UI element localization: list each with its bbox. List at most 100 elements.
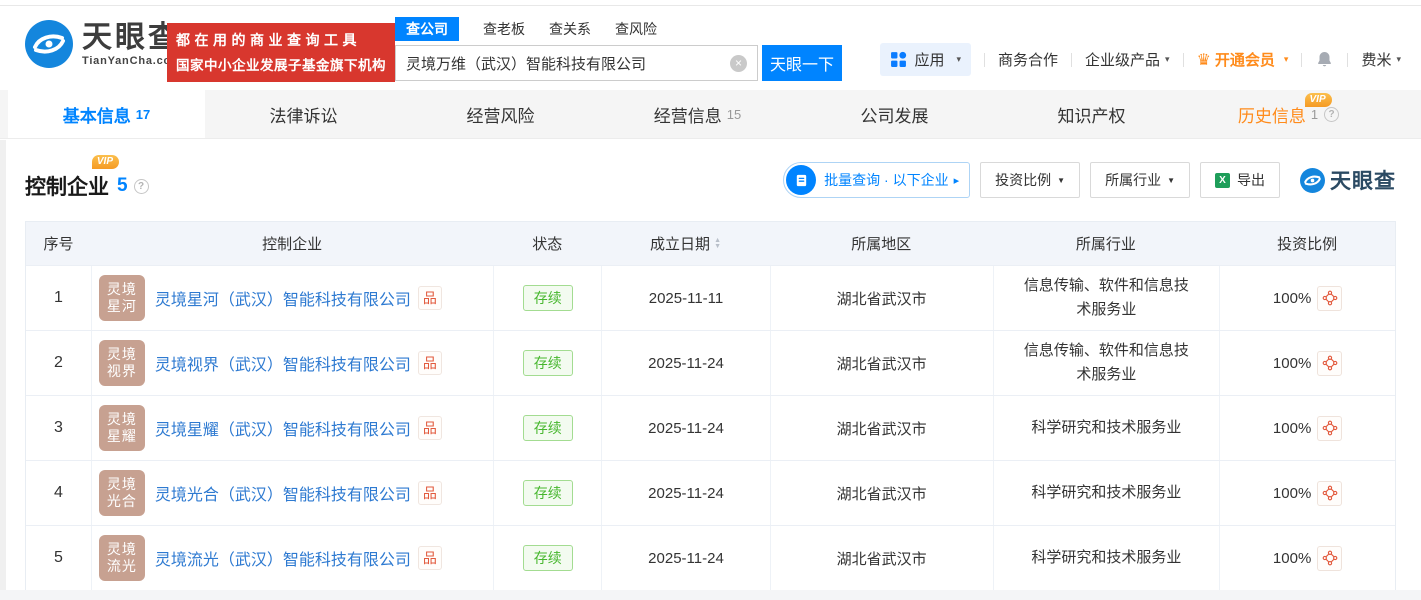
company-avatar: 灵境星耀 [99,405,145,451]
tab-operation-info[interactable]: 经营信息 15 [599,90,796,138]
section-title-wrap: 控制企业 VIP 5 ? [25,171,149,201]
nav-item-cooperation[interactable]: 商务合作 [998,49,1058,70]
company-link[interactable]: 灵境星耀（武汉）智能科技有限公司 [155,416,411,440]
equity-penetration-icon[interactable] [1317,416,1342,441]
tab-label: 经营风险 [467,102,535,127]
col-header-company: 控制企业 [91,222,493,265]
org-chart-icon[interactable]: 品 [418,416,442,440]
help-question-icon[interactable]: ? [134,179,149,194]
nav-item-enterprise[interactable]: 企业级产品 ▾ [1085,49,1170,70]
col-header-industry: 所属行业 [993,222,1220,265]
section-toolbar: 批量查询 · 以下企业 ▸ 投资比例 ▼ 所属行业 ▼ X 导出 天眼查 [783,162,1396,198]
help-question-icon[interactable]: ? [1324,107,1339,122]
apps-menu-button[interactable]: 应用 ▾ [880,43,971,76]
equity-penetration-icon[interactable] [1317,286,1342,311]
filter-label: 投资比例 [995,170,1051,190]
tab-label: 法律诉讼 [270,102,338,127]
company-tab-bar: 基本信息 17 法律诉讼 经营风险 经营信息 15 公司发展 知识产权 VIP … [0,90,1421,139]
tianyancha-watermark: 天眼查 [1300,165,1396,195]
chevron-down-icon: ▾ [956,54,961,65]
table-row: 2 灵境视界 灵境视界（武汉）智能科技有限公司 品 存续 2025-11-24 … [26,330,1395,395]
company-link[interactable]: 灵境星河（武汉）智能科技有限公司 [155,286,411,310]
vip-badge: VIP [1305,93,1332,107]
region-cell: 湖北省武汉市 [770,266,993,330]
tab-operation-risk[interactable]: 经营风险 [402,90,599,138]
open-membership-button[interactable]: ♛ 开通会员 ▾ [1197,49,1289,70]
top-nav: 应用 ▾ 商务合作 企业级产品 ▾ ♛ 开通会员 ▾ 费米 ▾ [880,43,1401,76]
industry-cell: 科学研究和技术服务业 [993,461,1220,525]
tab-history-info[interactable]: VIP 历史信息 1 ? [1190,90,1387,138]
tab-label: 历史信息 [1238,102,1306,127]
slogan-line2: 国家中小企业发展子基金旗下机构 [176,54,386,74]
filter-label: 所属行业 [1105,170,1161,190]
equity-penetration-icon[interactable] [1317,546,1342,571]
equity-penetration-icon[interactable] [1317,351,1342,376]
company-cell: 灵境星河 灵境星河（武汉）智能科技有限公司 品 [91,266,493,330]
controlled-companies-section-header: 控制企业 VIP 5 ? 批量查询 · 以下企业 ▸ 投资比例 ▼ 所属行业 ▼ [0,139,1421,221]
user-menu[interactable]: 费米 ▾ [1361,49,1401,70]
enterprise-label: 企业级产品 [1085,49,1160,70]
org-chart-icon[interactable]: 品 [418,481,442,505]
username: 费米 [1361,49,1391,70]
controlled-companies-table: 序号 控制企业 状态 成立日期 ▲▼ 所属地区 所属行业 投资比例 1 灵境星河… [25,221,1396,591]
search-tabs: 查公司 查老板 查关系 查风险 [395,17,845,40]
col-header-date[interactable]: 成立日期 ▲▼ [601,222,770,265]
search-tab-relation[interactable]: 查关系 [549,19,591,39]
col-header-region: 所属地区 [770,222,993,265]
company-link[interactable]: 灵境光合（武汉）智能科技有限公司 [155,481,411,505]
status-badge: 存续 [523,350,573,376]
search-submit-button[interactable]: 天眼一下 [762,45,842,81]
tab-intellectual-property[interactable]: 知识产权 [993,90,1190,138]
ratio-value: 100% [1273,355,1311,372]
company-link[interactable]: 灵境流光（武汉）智能科技有限公司 [155,546,411,570]
org-chart-icon[interactable]: 品 [418,286,442,310]
tab-count: 1 [1311,107,1318,122]
slogan-line1: 都在用的商业查询工具 [176,30,386,50]
clear-search-icon[interactable]: × [730,55,747,72]
search-input-wrap: × [395,45,758,81]
ratio-value: 100% [1273,550,1311,567]
table-row: 3 灵境星耀 灵境星耀（武汉）智能科技有限公司 品 存续 2025-11-24 … [26,395,1395,460]
status-cell: 存续 [493,461,601,525]
batch-query-icon [786,165,816,195]
tianyancha-watermark-text: 天眼查 [1330,165,1396,195]
tab-legal-litigation[interactable]: 法律诉讼 [205,90,402,138]
tab-company-development[interactable]: 公司发展 [796,90,993,138]
sort-icon[interactable]: ▲▼ [714,238,721,250]
industry-filter[interactable]: 所属行业 ▼ [1090,162,1190,198]
ratio-cell: 100% [1219,461,1395,525]
industry-cell: 科学研究和技术服务业 [993,526,1220,590]
equity-penetration-icon[interactable] [1317,481,1342,506]
region-cell: 湖北省武汉市 [770,331,993,395]
notification-bell-icon[interactable] [1315,50,1334,69]
row-index: 1 [26,266,91,330]
industry-cell: 科学研究和技术服务业 [993,396,1220,460]
search-tab-risk[interactable]: 查风险 [615,19,657,39]
industry-cell: 信息传输、软件和信息技术服务业 [993,266,1220,330]
company-avatar: 灵境视界 [99,340,145,386]
tab-count: 15 [727,107,741,122]
investment-ratio-filter[interactable]: 投资比例 ▼ [980,162,1080,198]
region-cell: 湖北省武汉市 [770,396,993,460]
tab-label: 公司发展 [861,102,929,127]
org-chart-icon[interactable]: 品 [418,351,442,375]
excel-icon: X [1215,173,1230,188]
tianyancha-logo[interactable]: 天眼查 TianYanCha.com [25,20,182,68]
page-left-edge [0,140,6,600]
slogan-banner: 都在用的商业查询工具 国家中小企业发展子基金旗下机构 [167,23,395,82]
tab-basic-info[interactable]: 基本信息 17 [8,90,205,138]
company-cell: 灵境流光 灵境流光（武汉）智能科技有限公司 品 [91,526,493,590]
search-input[interactable] [396,46,726,80]
status-badge: 存续 [523,480,573,506]
export-button[interactable]: X 导出 [1200,162,1280,198]
org-chart-icon[interactable]: 品 [418,546,442,570]
ratio-value: 100% [1273,485,1311,502]
ratio-cell: 100% [1219,526,1395,590]
search-tab-company[interactable]: 查公司 [395,17,459,41]
table-row: 1 灵境星河 灵境星河（武汉）智能科技有限公司 品 存续 2025-11-11 … [26,265,1395,330]
search-row: × 天眼一下 [395,45,845,81]
status-cell: 存续 [493,526,601,590]
company-link[interactable]: 灵境视界（武汉）智能科技有限公司 [155,351,411,375]
batch-query-button[interactable]: 批量查询 · 以下企业 ▸ [783,162,970,198]
search-tab-boss[interactable]: 查老板 [483,19,525,39]
